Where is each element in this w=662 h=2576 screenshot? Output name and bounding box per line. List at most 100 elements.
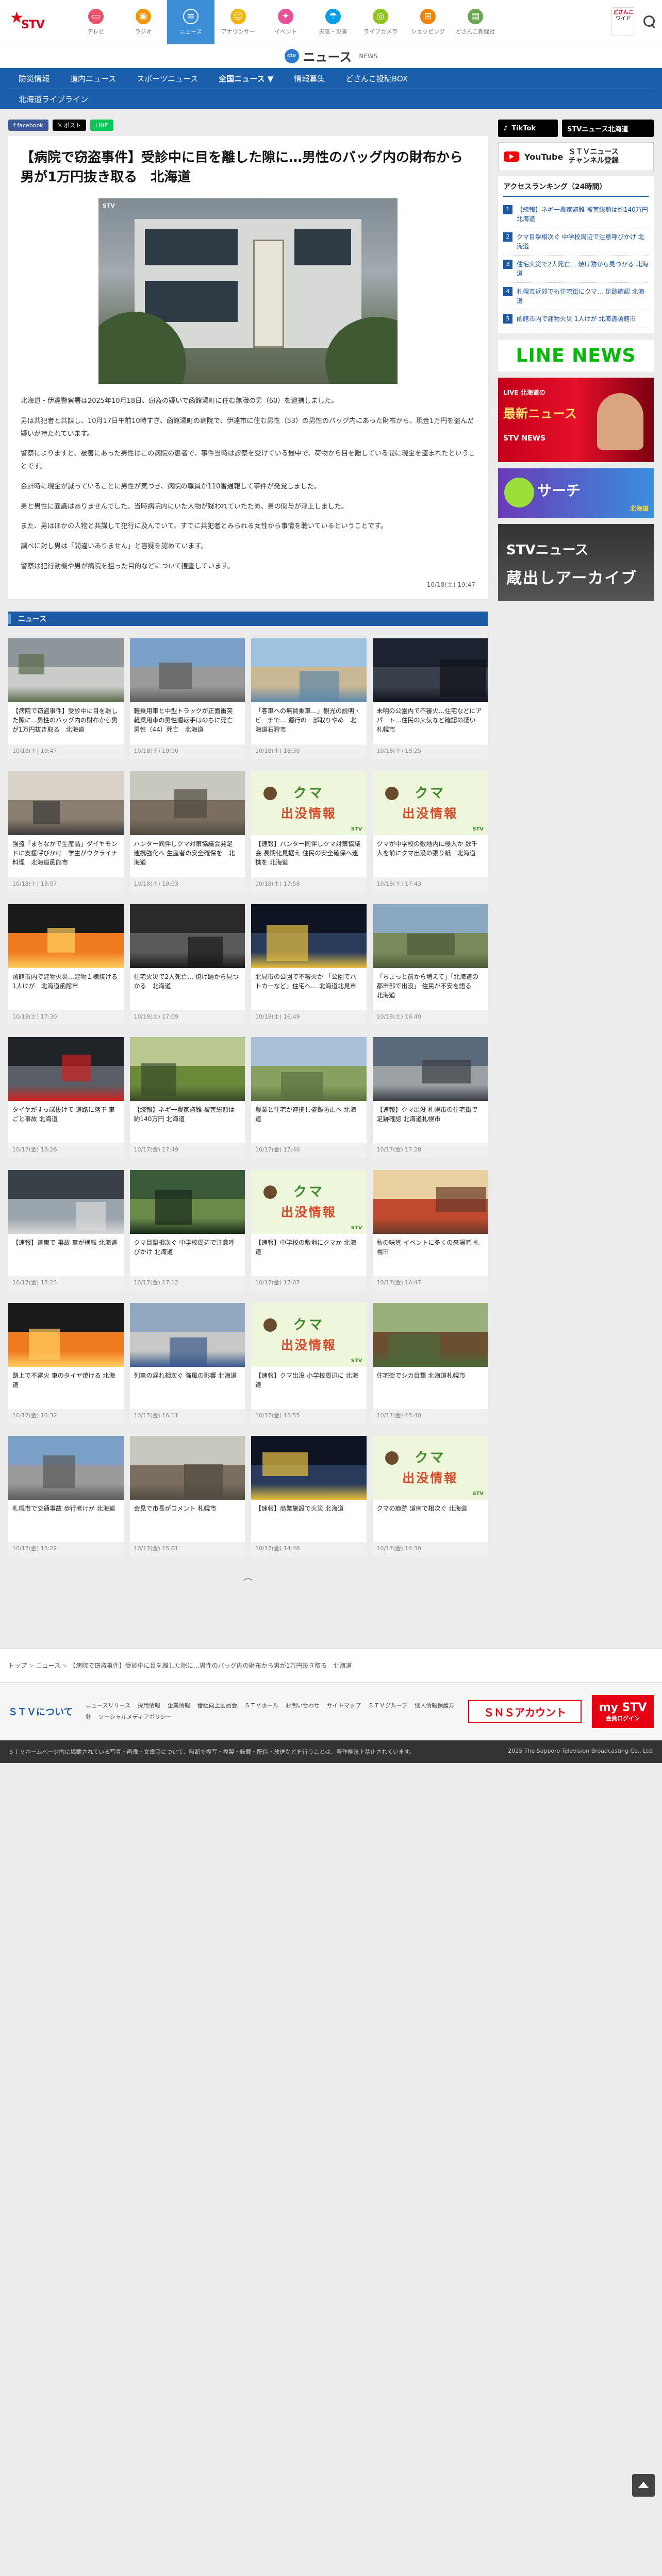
tiktok-account-link[interactable]: STVニュース北海道 xyxy=(562,120,654,137)
news-card[interactable]: 路上で不審火 車のタイヤ焼ける 北海道 10/17(金) 16:32 xyxy=(8,1303,124,1424)
ranking-item[interactable]: 5 函館市内で建物火災 1人けが 北海道函館市 xyxy=(503,310,649,328)
ranking-item[interactable]: 1 【続報】ネギ一農家盗難 被害総額は約140万円 北海道 xyxy=(503,201,649,228)
ranking-item[interactable]: 2 クマ目撃相次ぐ 中学校周辺で注意呼びかけ 北海道 xyxy=(503,228,649,256)
live-news-banner[interactable]: LIVE 北海道の 最新ニュース STV NEWS xyxy=(498,378,654,462)
news-card[interactable]: 住宅火災で2人死亡… 焼け跡から見つかる 北海道 10/18(土) 17:09 xyxy=(129,904,245,1025)
my-stv-button[interactable]: my STV 会員ログイン xyxy=(592,1695,654,1728)
news-card[interactable]: 秋の味覚 イベントに多くの来場者 札幌市 10/17(金) 16:47 xyxy=(372,1170,488,1291)
stv-logo[interactable]: ★ STV xyxy=(0,0,52,44)
news-card[interactable]: 農業と住宅が連携し盗難防止へ 北海道 10/17(金) 17:46 xyxy=(251,1037,367,1158)
news-card[interactable]: 強盗「まちなかで生産品」ダイヤモンドに支援呼びかけ 学生がウクライナ料理 北海道… xyxy=(8,771,124,892)
thumb-shape xyxy=(436,1187,486,1213)
nav-item-label: ショッピング xyxy=(411,28,445,35)
category-item[interactable]: 全国ニュース ▼ xyxy=(208,73,284,84)
news-card[interactable]: 【速報】道東で 事故 車が横転 北海道 10/17(金) 17:23 xyxy=(8,1170,124,1291)
card-title: 路上で不審火 車のタイヤ焼ける 北海道 xyxy=(12,1372,115,1389)
news-card[interactable]: クマ目撃相次ぐ 中学校周辺で注意呼びかけ 北海道 10/17(金) 17:12 xyxy=(129,1170,245,1291)
ranking-item[interactable]: 4 札幌市近郊でも住宅街にクマ… 足跡確認 北海道 xyxy=(503,283,649,310)
news-card[interactable]: 【続報】ネギ一農家盗難 被害総額は約140万円 北海道 10/17(金) 17:4… xyxy=(129,1037,245,1158)
footer-link[interactable]: 企業情報 xyxy=(168,1702,190,1709)
dosanko-wide-badge[interactable]: どさんこ ワイド xyxy=(611,7,635,36)
news-card[interactable]: 未明の公園内で不審火…住宅などにアパート…住民の火気など確認の疑い 札幌市 10/… xyxy=(372,638,488,759)
news-card[interactable]: 「客車への無賃乗車…」観光の説明・ビーチで… 運行の一部取りやめ 北海道石狩市 1… xyxy=(251,638,367,759)
nav-item-event[interactable]: ✦ イベント xyxy=(262,0,309,44)
sns-account-button[interactable]: ＳＮＳアカウント xyxy=(468,1700,582,1723)
footer-link[interactable]: ソーシャルメディアポリシー xyxy=(98,1714,172,1720)
news-card[interactable]: 列車の遅れ相次ぐ 強風の影響 北海道 10/17(金) 16:11 xyxy=(129,1303,245,1424)
card-date: 10/17(金) 14:30 xyxy=(372,1542,488,1557)
footer-link[interactable]: 採用情報 xyxy=(138,1702,160,1709)
news-card[interactable]: 住宅街でシカ目撃 北海道札幌市 10/17(金) 15:40 xyxy=(372,1303,488,1424)
thumb-shape xyxy=(155,1190,192,1225)
footer-link[interactable]: ニュースリリース xyxy=(86,1702,130,1709)
copyright-text: ＳＴＶホームページ内に掲載されている写真・画像・文章等について、無断で複写・複製… xyxy=(8,1749,415,1756)
line-news-banner[interactable]: LINE NEWS xyxy=(498,340,654,371)
breadcrumb-item[interactable]: トップ xyxy=(8,1662,27,1669)
news-card[interactable]: 北見市の公園で不審火か 「公園でパトカーなど」住宅へ… 北海道北見市 10/18(… xyxy=(251,904,367,1025)
footer-link[interactable]: サイトマップ xyxy=(327,1702,361,1709)
news-card[interactable]: クマ 出没情報 STV 【速報】中学校の敷地にクマか 北海道 10/17(金) 17:0… xyxy=(251,1170,367,1291)
news-card[interactable]: クマ 出没情報 STV 【速報】クマ出没 小学校周辺に 北海道 10/17(金) 15:… xyxy=(251,1303,367,1424)
footer-about[interactable]: ＳＴＶについて xyxy=(8,1705,75,1718)
stv-mark: STV xyxy=(472,826,484,833)
hero-window xyxy=(145,229,238,266)
nav-item-announcer[interactable]: ☺ アナウンサー xyxy=(214,0,262,44)
footer-link[interactable]: ＳＴＶグループ xyxy=(368,1702,407,1709)
main-column: f facebook 𝕏 ポスト LINE 【病院で窃盗事件】受診中に目を離した… xyxy=(8,120,488,1607)
breadcrumb-item[interactable]: ニュース xyxy=(27,1662,60,1669)
footer-link[interactable]: ＳＴＶホール xyxy=(244,1702,278,1709)
news-card[interactable]: 函館市内で建物火災…建物１棟焼ける 1人けが 北海道函館市 10/18(土) 17… xyxy=(8,904,124,1025)
news-card[interactable]: 【速報】クマ出没 札幌市の住宅街で足跡確認 北海道札幌市 10/17(金) 17:… xyxy=(372,1037,488,1158)
radio-icon: ◉ xyxy=(136,8,151,24)
news-card[interactable]: 軽乗用車と中型トラックが正面衝突 軽乗用車の男性運転手はのちに死亡 男性（44）… xyxy=(129,638,245,759)
news-card[interactable]: 「ちょっと前から増えて」「北海道の都市部で出没」 住民が不安を語る 北海道 10/… xyxy=(372,904,488,1025)
news-card[interactable]: タイヤがすっぽ抜けて 道路に落下 車ごと事故 北海道 10/17(金) 18:26 xyxy=(8,1037,124,1158)
archive-banner[interactable]: STVニュース 蔵出しアーカイブ xyxy=(498,524,654,601)
article-paragraph: 警察によりますと、被害にあった男性はこの病院の患者で、事件当時は診察を受けている… xyxy=(21,450,475,471)
youtube-icon xyxy=(504,151,519,162)
news-card[interactable]: クマ 出没情報 STV 【速報】ハンター同伴しクマ対策協議会 長期化見据え 住民の安全… xyxy=(251,771,367,892)
card-thumbnail xyxy=(251,1436,367,1500)
category-item[interactable]: どさんこ投稿BOX xyxy=(335,73,418,84)
news-card[interactable]: 【速報】商業施設で火災 北海道 10/17(金) 14:48 xyxy=(251,1436,367,1557)
news-card[interactable]: クマ 出没情報 STV クマが中学校の敷地内に侵入か 数千人を前にクマ出没の張り紙 北… xyxy=(372,771,488,892)
card-title: クマが中学校の敷地内に侵入か 数千人を前にクマ出没の張り紙 北海道 xyxy=(376,840,478,857)
ranking-item[interactable]: 3 住宅火災で2人死亡… 焼け跡から見つかる 北海道 xyxy=(503,256,649,283)
category-item[interactable]: 防災情報 xyxy=(8,73,60,84)
news-card[interactable]: クマ 出没情報 STV クマの痕跡 道南で相次ぐ 北海道 10/17(金) 14:30 xyxy=(372,1436,488,1557)
card-title: 「ちょっと前から増えて」「北海道の都市部で出没」 住民が不安を語る 北海道 xyxy=(376,973,478,999)
nav-item-news[interactable]: ≡ ニュース xyxy=(167,0,214,44)
card-date: 10/17(金) 17:46 xyxy=(251,1143,367,1158)
news-card[interactable]: 【病院で窃盗事件】受診中に目を離した隙に…男性のバッグ内の財布から男が1万円抜き… xyxy=(8,638,124,759)
ranking-item-title: 札幌市近郊でも住宅街にクマ… 足跡確認 北海道 xyxy=(517,288,644,304)
article-date: 10/18(土) 19:47 xyxy=(426,581,475,589)
tiktok-link[interactable]: ♪ TikTok xyxy=(498,120,558,137)
youtube-banner[interactable]: YouTube ＳＴＶニュース チャンネル登録 xyxy=(498,142,654,171)
search-icon[interactable] xyxy=(642,14,657,29)
category-item[interactable]: 情報募集 xyxy=(284,73,335,84)
nav-item-shopping[interactable]: ⊞ ショッピング xyxy=(404,0,452,44)
w-search-banner[interactable]: サーチ 北海道 xyxy=(498,468,654,518)
news-card[interactable]: 札幌市で交通事故 歩行者けが 北海道 10/17(金) 15:22 xyxy=(8,1436,124,1557)
category-item[interactable]: 北海道ライブライン xyxy=(8,94,98,105)
card-thumbnail xyxy=(372,904,488,969)
x-share-button[interactable]: 𝕏 ポスト xyxy=(52,120,86,131)
category-item[interactable]: スポーツニュース xyxy=(126,73,208,84)
nav-item-radio[interactable]: ◉ ラジオ xyxy=(120,0,167,44)
category-item[interactable]: 道内ニュース xyxy=(60,73,126,84)
nav-item-weather[interactable]: ☂ 天気・災害 xyxy=(309,0,357,44)
w-search-sub: 北海道 xyxy=(630,505,649,512)
thumb-shape xyxy=(407,934,455,955)
nav-item-tv[interactable]: ▭ テレビ xyxy=(72,0,120,44)
news-card[interactable]: ハンター同伴しクマ対策協議会発足 連携強化へ 生産者の安全確保を 北海道 10/1… xyxy=(129,771,245,892)
facebook-share-button[interactable]: f facebook xyxy=(8,120,48,131)
nav-item-camera[interactable]: ◎ ライブカメラ xyxy=(357,0,404,44)
news-card[interactable]: 会見で市長がコメント 札幌市 10/17(金) 15:01 xyxy=(129,1436,245,1557)
footer-link[interactable]: お問い合わせ xyxy=(286,1702,320,1709)
page-top-button[interactable] xyxy=(632,2474,655,2497)
footer-link[interactable]: 番組向上委員会 xyxy=(197,1702,237,1709)
line-share-button[interactable]: LINE xyxy=(90,120,113,131)
card-title: 【速報】中学校の敷地にクマか 北海道 xyxy=(255,1239,356,1256)
nav-item-newspaper[interactable]: ▤ どさんこ新聞社 xyxy=(452,0,499,44)
thumb-shape xyxy=(281,1072,323,1101)
